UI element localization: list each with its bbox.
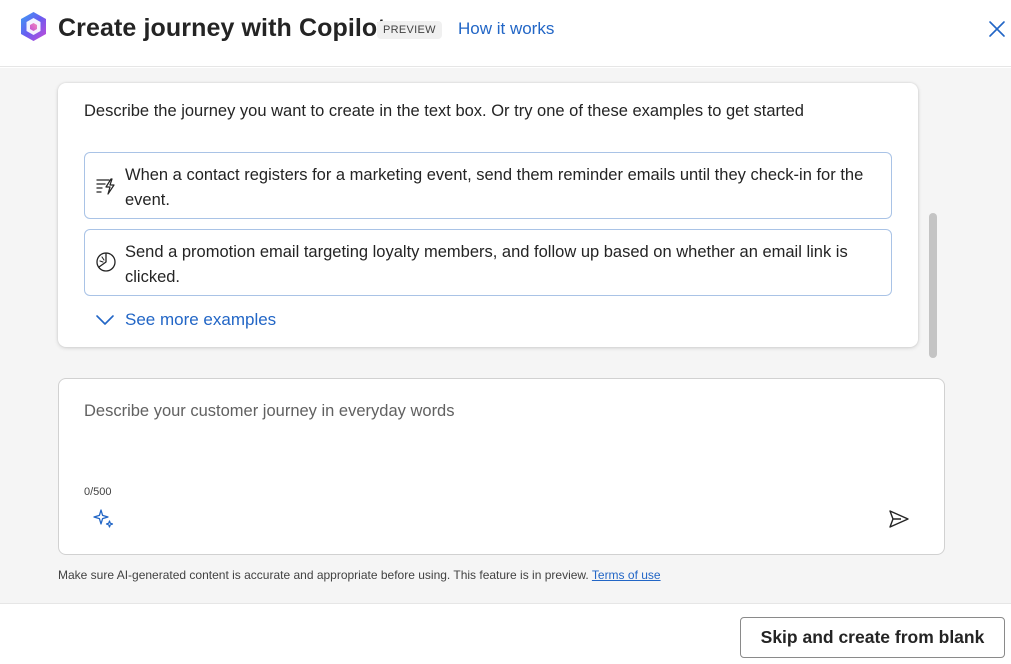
- dialog-body: Describe the journey you want to create …: [0, 68, 1011, 603]
- dialog-title: Create journey with Copilot: [58, 14, 386, 42]
- journey-description-input[interactable]: [84, 402, 904, 462]
- dialog-header: Create journey with Copilot PREVIEW How …: [0, 0, 1011, 67]
- see-more-label: See more examples: [125, 310, 277, 329]
- examples-card: Describe the journey you want to create …: [58, 83, 918, 347]
- example-text: When a contact registers for a marketing…: [125, 166, 864, 209]
- preview-badge: PREVIEW: [377, 21, 442, 39]
- pie-chart-icon: [96, 252, 116, 272]
- copilot-logo-icon: [21, 12, 46, 41]
- example-suggestion[interactable]: When a contact registers for a marketing…: [84, 152, 892, 219]
- chevron-down-icon: [96, 315, 114, 325]
- close-icon[interactable]: [985, 17, 1009, 41]
- send-icon[interactable]: [887, 507, 911, 531]
- scrollbar-thumb[interactable]: [929, 213, 937, 358]
- disclaimer-text: Make sure AI-generated content is accura…: [58, 568, 589, 582]
- ai-disclaimer: Make sure AI-generated content is accura…: [58, 568, 661, 582]
- journey-input-card: 0/500: [58, 378, 945, 555]
- sparkle-icon[interactable]: [93, 508, 115, 530]
- character-counter: 0/500: [84, 486, 112, 498]
- example-suggestion[interactable]: Send a promotion email targeting loyalty…: [84, 229, 892, 296]
- terms-of-use-link[interactable]: Terms of use: [592, 568, 661, 582]
- see-more-examples-button[interactable]: See more examples: [94, 308, 276, 332]
- lightning-text-icon: [96, 178, 115, 195]
- example-text: Send a promotion email targeting loyalty…: [125, 243, 848, 286]
- skip-create-from-blank-button[interactable]: Skip and create from blank: [740, 617, 1005, 658]
- how-it-works-link[interactable]: How it works: [458, 19, 554, 39]
- examples-intro: Describe the journey you want to create …: [84, 102, 804, 120]
- dialog-footer: Skip and create from blank: [0, 603, 1011, 664]
